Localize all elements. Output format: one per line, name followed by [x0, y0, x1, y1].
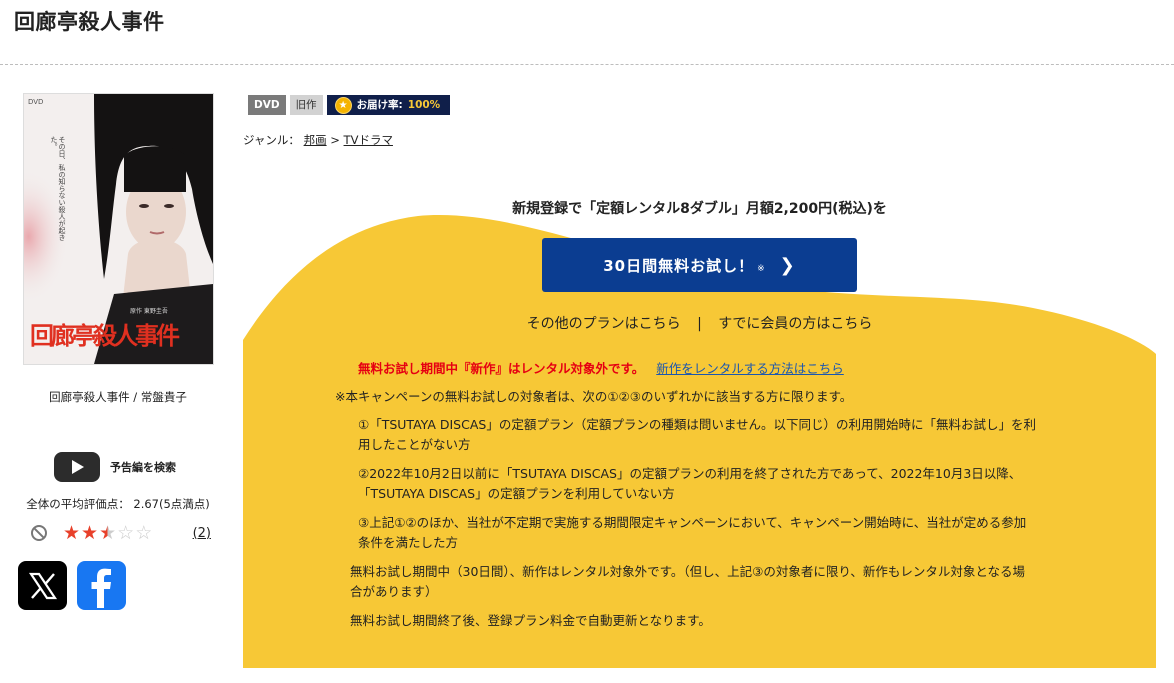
average-rating-text: 全体の平均評価点： 2.67(5点満点): [26, 497, 210, 511]
rating-row: ★ ★ ★ ☆ ☆ (2): [31, 521, 211, 545]
review-count-link[interactable]: (2): [193, 526, 211, 541]
genre-label: ジャンル：: [243, 133, 300, 147]
star-empty-icon: ☆: [135, 522, 153, 544]
header-divider: [0, 64, 1174, 65]
chevron-right-icon: ❯: [779, 254, 796, 276]
rating-stars: ★ ★ ★ ☆ ☆: [63, 523, 152, 543]
free-trial-label: 30日間無料お試し！: [603, 256, 755, 275]
member-login-link[interactable]: すでに会員の方はこちら: [718, 316, 872, 332]
share-facebook-button[interactable]: [77, 561, 126, 610]
terms-item-2-line-2: 「TSUTAYA DISCAS」の定額プランを利用していない方: [358, 486, 675, 501]
terms-intro: ※本キャンペーンの無料お試しの対象者は、次の①②③のいずれかに該当する方に限りま…: [335, 389, 853, 404]
new-release-warning: 無料お試し期間中『新作』はレンタル対象外です。: [358, 361, 645, 376]
genre-link-tv-drama[interactable]: TVドラマ: [344, 133, 393, 147]
x-logo-icon: [28, 572, 57, 599]
terms-item-3-line-1: ③上記①②のほか、当社が不定期で実施する期間限定キャンペーンにおいて、キャンペー…: [358, 515, 1027, 530]
page-title: 回廊亭殺人事件: [14, 10, 165, 34]
genre-breadcrumb: ジャンル： 邦画 > TVドラマ: [243, 132, 393, 148]
terms-item-1-line-1: ①「TSUTAYA DISCAS」の定額プラン（定額プランの種類は問いません。以…: [358, 417, 1036, 432]
plan-links: その他のプランはこちら | すでに会員の方はこちら: [243, 313, 1156, 333]
star-icon: ★: [63, 522, 81, 544]
campaign-headline: 新規登録で「定額レンタル8ダブル」月額2,200円(税込)を: [512, 201, 887, 217]
free-trial-note-mark: ※: [757, 264, 766, 274]
trial-period-note-line-2: 合があります）: [350, 584, 438, 599]
youtube-play-icon: [54, 452, 100, 482]
poster-title: 回廊亭殺人事件: [30, 321, 180, 350]
product-caption: 回廊亭殺人事件 / 常盤貴子: [49, 390, 187, 404]
free-trial-button[interactable]: 30日間無料お試し！ ※ ❯: [542, 238, 857, 292]
new-release-rental-link[interactable]: 新作をレンタルする方法はこちら: [656, 361, 844, 376]
terms-item-3-line-2: 条件を満たした方: [358, 535, 459, 550]
dvd-jacket-image[interactable]: DVD その日、私の知らない殺人が起きた。 原作 東野圭吾 回廊亭殺人事件: [23, 93, 214, 365]
terms-item-1-line-2: 用したことがない方: [358, 437, 471, 452]
star-empty-icon: ☆: [117, 522, 135, 544]
breadcrumb-separator: >: [330, 133, 340, 147]
share-x-button[interactable]: [18, 561, 67, 610]
delivery-rate-badge: ★ お届け率: 100%: [326, 95, 451, 115]
delivery-rate-value: 100%: [407, 99, 441, 111]
trial-period-note-line-1: 無料お試し期間中（30日間）、新作はレンタル対象外です。（但し、上記③の対象者に…: [350, 564, 1025, 579]
not-interested-icon[interactable]: [31, 525, 47, 541]
terms-item-2-line-1: ②2022年10月2日以前に「TSUTAYA DISCAS」の定額プランの利用を…: [358, 466, 1022, 481]
poster-credit: 原作 東野圭吾: [130, 308, 168, 315]
trailer-search-button[interactable]: 予告編を検索: [54, 452, 176, 482]
release-type-badge: 旧作: [289, 95, 323, 115]
delivery-rate-label: お届け率:: [356, 99, 403, 111]
other-plans-link[interactable]: その他のプランはこちら: [527, 316, 681, 332]
star-half-icon: ★: [99, 522, 117, 544]
poster-dvd-label: DVD: [28, 98, 44, 106]
facebook-logo-icon: [91, 568, 111, 608]
plan-links-separator: |: [697, 316, 702, 332]
medal-star-icon: ★: [334, 96, 352, 114]
format-badge: DVD: [248, 95, 286, 115]
genre-link-jp-movie[interactable]: 邦画: [304, 133, 327, 147]
trailer-search-label: 予告編を検索: [110, 461, 176, 474]
auto-renewal-note: 無料お試し期間終了後、登録プラン料金で自動更新となります。: [350, 613, 711, 628]
new-release-notice: 無料お試し期間中『新作』はレンタル対象外です。 新作をレンタルする方法はこちら: [358, 358, 844, 377]
star-icon: ★: [81, 522, 99, 544]
badge-row: DVD 旧作 ★ お届け率: 100%: [248, 95, 451, 115]
poster-tagline: その日、私の知らない殺人が起きた。: [50, 136, 66, 241]
